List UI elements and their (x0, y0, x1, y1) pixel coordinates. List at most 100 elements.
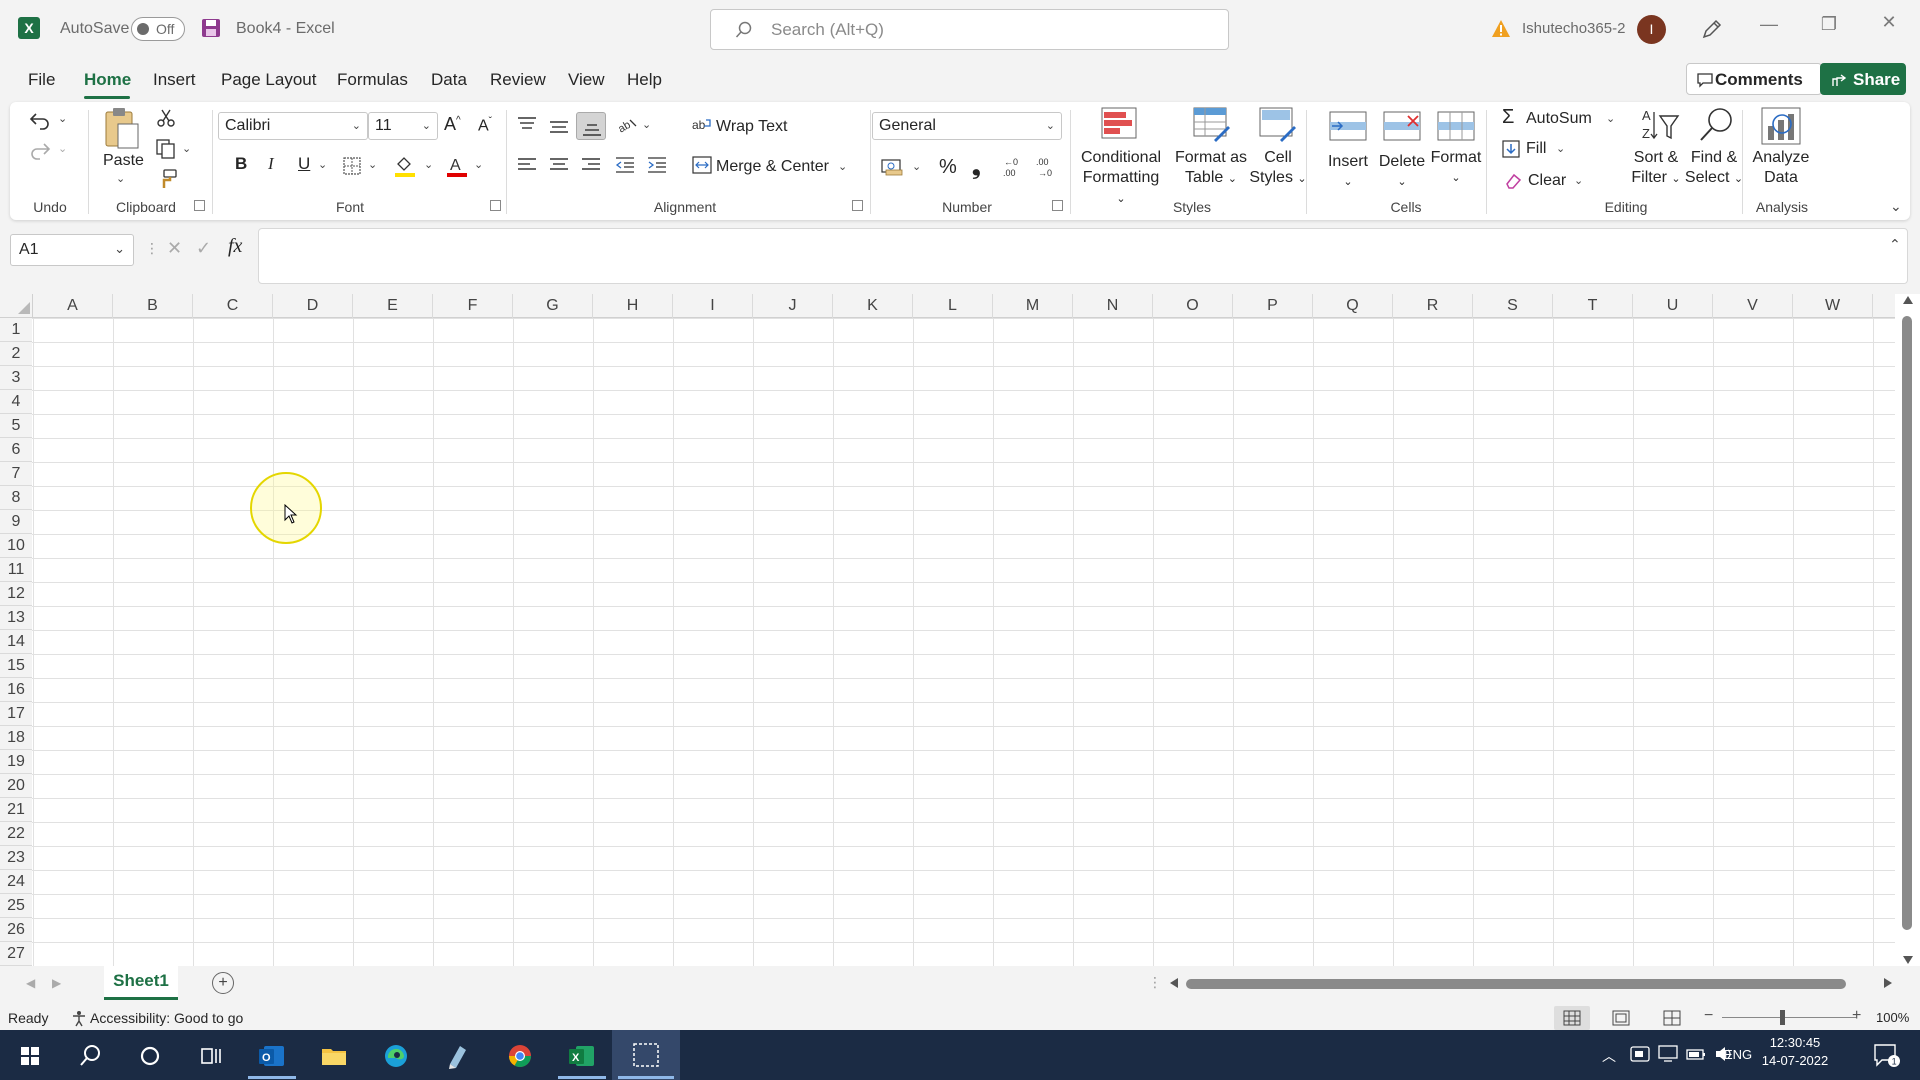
formula-input[interactable]: ⌄ (258, 228, 1908, 284)
copy-dropdown-icon[interactable]: ⌄ (182, 142, 191, 155)
scroll-right-icon[interactable] (1884, 978, 1892, 988)
battery-icon[interactable] (1686, 1045, 1706, 1067)
undo-dropdown-icon[interactable]: ⌄ (58, 112, 67, 125)
italic-button[interactable]: I (268, 154, 274, 174)
row-header[interactable]: 1 (0, 318, 32, 342)
column-header[interactable]: H (593, 294, 673, 318)
clear-icon[interactable] (1504, 172, 1522, 194)
column-header[interactable]: F (433, 294, 513, 318)
row-header[interactable]: 24 (0, 870, 32, 894)
row-header[interactable]: 2 (0, 342, 32, 366)
autosum-icon[interactable]: Σ (1502, 106, 1514, 129)
share-button[interactable]: Share (1820, 63, 1906, 95)
underline-button[interactable]: U (298, 154, 310, 174)
align-left-icon[interactable] (516, 156, 538, 178)
font-color-icon[interactable]: A (446, 154, 468, 182)
column-header[interactable]: G (513, 294, 593, 318)
row-header[interactable]: 13 (0, 606, 32, 630)
row-header[interactable]: 18 (0, 726, 32, 750)
clear-dropdown-icon[interactable]: ⌄ (1574, 174, 1583, 187)
paste-icon[interactable] (102, 106, 142, 156)
fill-icon[interactable] (1502, 140, 1520, 162)
comma-style-button[interactable]: ❟ (972, 154, 981, 180)
notepad-icon[interactable] (440, 1038, 476, 1074)
row-header[interactable]: 21 (0, 798, 32, 822)
meet-now-icon[interactable] (1630, 1045, 1650, 1067)
zoom-in-icon[interactable]: + (1852, 1007, 1861, 1025)
column-header[interactable]: P (1233, 294, 1313, 318)
number-launcher-icon[interactable] (1052, 200, 1063, 211)
column-header[interactable]: W (1793, 294, 1873, 318)
row-header[interactable]: 25 (0, 894, 32, 918)
minimize-icon[interactable]: — (1746, 14, 1792, 35)
font-name-combo[interactable]: Calibri ⌄ (218, 112, 368, 140)
decrease-font-icon[interactable]: Aˇ (478, 116, 492, 135)
alignment-launcher-icon[interactable] (852, 200, 863, 211)
row-header[interactable]: 8 (0, 486, 32, 510)
sort-filter-icon[interactable]: AZ (1640, 106, 1680, 148)
increase-font-icon[interactable]: A^ (444, 114, 461, 135)
paste-dropdown-icon[interactable]: ⌄ (116, 172, 125, 185)
outlook-icon[interactable]: O (254, 1038, 290, 1074)
autosum-button[interactable]: AutoSum (1526, 110, 1592, 128)
row-header[interactable]: 23 (0, 846, 32, 870)
normal-view-button[interactable] (1554, 1006, 1590, 1030)
tab-review[interactable]: Review (490, 70, 546, 90)
row-header[interactable]: 26 (0, 918, 32, 942)
row-header[interactable]: 3 (0, 366, 32, 390)
splitter-handle-icon[interactable]: ⋮ (1148, 974, 1162, 991)
show-hidden-icons-icon[interactable]: ︿ (1602, 1046, 1616, 1066)
font-launcher-icon[interactable] (490, 200, 501, 211)
tab-home[interactable]: Home (84, 70, 131, 90)
row-header[interactable]: 22 (0, 822, 32, 846)
bold-button[interactable]: B (235, 154, 247, 174)
display-icon[interactable] (1658, 1045, 1678, 1067)
decrease-decimal-icon[interactable]: .00 →0 (1034, 156, 1058, 182)
chrome-icon[interactable] (502, 1038, 538, 1074)
analyze-data-button[interactable]: Analyze Data (1744, 148, 1818, 188)
column-header[interactable]: V (1713, 294, 1793, 318)
clipboard-launcher-icon[interactable] (194, 200, 205, 211)
row-header[interactable]: 15 (0, 654, 32, 678)
name-box[interactable]: A1 ⌄ (10, 234, 134, 266)
file-explorer-icon[interactable] (316, 1038, 352, 1074)
align-middle-icon[interactable] (548, 118, 570, 140)
format-painter-icon[interactable] (156, 168, 178, 194)
scroll-up-icon[interactable] (1903, 296, 1913, 304)
task-view-icon[interactable] (192, 1038, 228, 1074)
column-header[interactable]: S (1473, 294, 1553, 318)
orientation-icon[interactable]: ab (616, 114, 638, 140)
fill-button[interactable]: Fill (1526, 140, 1546, 158)
row-header[interactable]: 17 (0, 702, 32, 726)
decrease-indent-icon[interactable] (614, 156, 636, 178)
column-header[interactable]: B (113, 294, 193, 318)
autosave-toggle[interactable]: Off (131, 17, 185, 41)
tab-file[interactable]: File (28, 70, 55, 90)
search-box[interactable]: Search (Alt+Q) (710, 9, 1229, 50)
conditional-formatting-icon[interactable] (1100, 106, 1138, 144)
vertical-scrollbar[interactable] (1895, 294, 1920, 966)
undo-icon[interactable] (28, 108, 52, 136)
vertical-scroll-thumb[interactable] (1902, 316, 1912, 930)
sheet-next-icon[interactable]: ▶ (52, 976, 61, 990)
paste-label[interactable]: Paste (103, 152, 144, 170)
tab-formulas[interactable]: Formulas (337, 70, 408, 90)
fill-dropdown-icon[interactable]: ⌄ (1556, 142, 1565, 155)
format-cells-button[interactable]: Format ⌄ (1424, 148, 1488, 188)
row-header[interactable]: 10 (0, 534, 32, 558)
cell-styles-icon[interactable] (1258, 106, 1298, 148)
tab-view[interactable]: View (568, 70, 605, 90)
formula-expand-icon[interactable]: ⌄ (1889, 235, 1901, 252)
column-header[interactable]: E (353, 294, 433, 318)
windows-start-icon[interactable] (12, 1038, 48, 1074)
column-header[interactable]: M (993, 294, 1073, 318)
find-select-icon[interactable] (1696, 106, 1736, 148)
font-color-dropdown-icon[interactable]: ⌄ (474, 158, 483, 171)
ribbon-collapse-icon[interactable]: ⌄ (1890, 198, 1902, 215)
avatar[interactable]: I (1637, 15, 1666, 44)
zoom-level[interactable]: 100% (1876, 1010, 1909, 1025)
format-as-table-icon[interactable] (1192, 106, 1232, 148)
zoom-out-icon[interactable]: − (1704, 1007, 1713, 1025)
cortana-icon[interactable] (132, 1038, 168, 1074)
wrap-text-icon[interactable]: ab (692, 116, 712, 138)
